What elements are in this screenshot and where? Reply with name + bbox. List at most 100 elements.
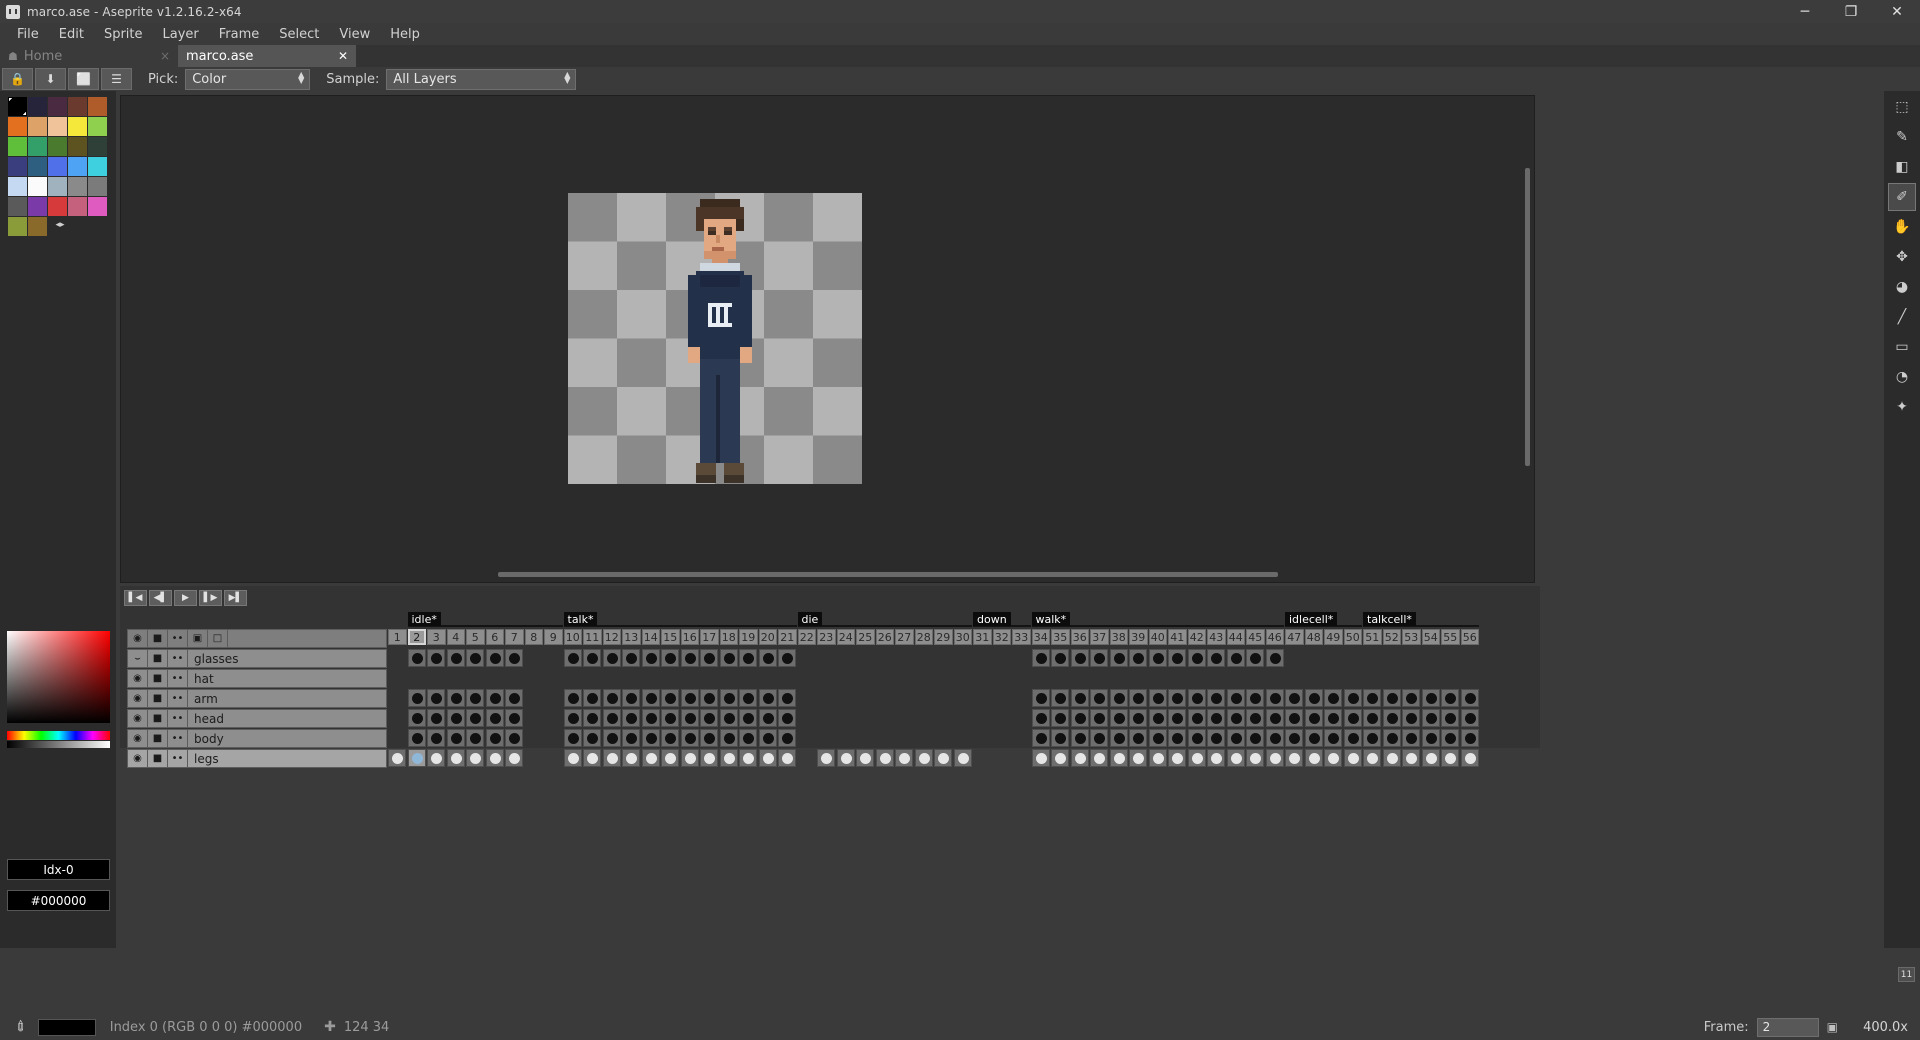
cel[interactable]	[427, 749, 445, 767]
cel[interactable]	[1188, 749, 1206, 767]
frame-number[interactable]: 18	[720, 629, 739, 645]
cel[interactable]	[739, 749, 757, 767]
cel[interactable]	[564, 649, 582, 667]
palette-swatch[interactable]	[48, 137, 67, 156]
palette-swatch[interactable]	[8, 97, 27, 116]
cel[interactable]	[1461, 709, 1479, 727]
cel[interactable]	[778, 689, 796, 707]
cel[interactable]	[1363, 729, 1381, 747]
frame-number[interactable]: 50	[1344, 629, 1363, 645]
cel[interactable]	[583, 689, 601, 707]
frame-number[interactable]: 55	[1441, 629, 1460, 645]
palette-swatch[interactable]	[88, 177, 107, 196]
cel[interactable]	[720, 749, 738, 767]
onion-skin-icon[interactable]: ▣	[1827, 1020, 1838, 1034]
cel[interactable]	[622, 709, 640, 727]
cel[interactable]	[778, 649, 796, 667]
palette-swatch[interactable]	[88, 197, 107, 216]
tab-home[interactable]: ☗ Home ×	[0, 45, 178, 67]
frame-number[interactable]: 47	[1285, 629, 1304, 645]
zoom-level[interactable]: 400.0x	[1846, 1020, 1908, 1035]
cel[interactable]	[486, 729, 504, 747]
go-next-frame-button[interactable]: ▌▶	[199, 590, 222, 606]
frame-tag[interactable]: idlecell*	[1285, 612, 1337, 626]
cel[interactable]	[1090, 709, 1108, 727]
rectangle-icon[interactable]: ▭	[1888, 333, 1916, 361]
frame-number[interactable]: 41	[1168, 629, 1187, 645]
cel[interactable]	[466, 729, 484, 747]
frame-number[interactable]: 51	[1363, 629, 1382, 645]
frame-number[interactable]: 49	[1324, 629, 1343, 645]
eye-icon[interactable]: ◉	[128, 690, 148, 707]
frame-number[interactable]: 1	[388, 629, 407, 645]
frame-number[interactable]: 26	[876, 629, 895, 645]
cel[interactable]	[1032, 649, 1050, 667]
frame-number[interactable]: 38	[1110, 629, 1129, 645]
cel[interactable]	[1207, 709, 1225, 727]
cel[interactable]	[1051, 689, 1069, 707]
cel[interactable]	[1149, 709, 1167, 727]
cel[interactable]	[1071, 689, 1089, 707]
cel[interactable]	[408, 749, 426, 767]
cel[interactable]	[408, 689, 426, 707]
cel[interactable]	[1051, 729, 1069, 747]
frame-number[interactable]: 46	[1266, 629, 1285, 645]
frame-number[interactable]: 39	[1129, 629, 1148, 645]
cel[interactable]	[1266, 689, 1284, 707]
cel[interactable]	[505, 709, 523, 727]
frame-number[interactable]: 37	[1090, 629, 1109, 645]
spray-icon[interactable]: ✦	[1888, 393, 1916, 421]
menu-layer[interactable]: Layer	[153, 25, 209, 44]
cel[interactable]	[1344, 749, 1362, 767]
cel[interactable]	[700, 649, 718, 667]
frame-number[interactable]: 33	[1012, 629, 1031, 645]
cel[interactable]	[1246, 689, 1264, 707]
cel[interactable]	[1363, 689, 1381, 707]
arrow-down-icon[interactable]: ⬇	[35, 68, 66, 90]
frame-tag[interactable]: talkcell*	[1363, 612, 1416, 626]
frame-number[interactable]: 27	[895, 629, 914, 645]
cel[interactable]	[1032, 709, 1050, 727]
cel[interactable]	[1441, 709, 1459, 727]
cel[interactable]	[427, 649, 445, 667]
cel[interactable]	[642, 649, 660, 667]
cel[interactable]	[759, 709, 777, 727]
cel[interactable]	[1402, 729, 1420, 747]
cel[interactable]	[1344, 729, 1362, 747]
eye-icon[interactable]: ◉	[128, 710, 148, 727]
palette-swatch[interactable]	[88, 97, 107, 116]
cel[interactable]	[1032, 729, 1050, 747]
cel[interactable]	[564, 689, 582, 707]
palette-swatch[interactable]	[68, 157, 87, 176]
color-palette[interactable]: ◂▸	[8, 97, 109, 237]
frame-number[interactable]: 14	[642, 629, 661, 645]
continuous-icon[interactable]: ••	[168, 630, 188, 647]
cel[interactable]	[1285, 709, 1303, 727]
cel[interactable]	[739, 729, 757, 747]
paint-bucket-icon[interactable]: ◕	[1888, 273, 1916, 301]
palette-index-field[interactable]: Idx-0	[7, 859, 110, 880]
frame-number[interactable]: 20	[759, 629, 778, 645]
cel[interactable]	[1246, 709, 1264, 727]
cel[interactable]	[1383, 709, 1401, 727]
cel[interactable]	[876, 749, 894, 767]
frame-number[interactable]: 35	[1051, 629, 1070, 645]
palette-swatch[interactable]	[28, 217, 47, 236]
marco-character-sprite[interactable]	[568, 193, 862, 484]
cel[interactable]	[505, 649, 523, 667]
continuous-icon[interactable]: ••	[168, 730, 188, 747]
cel[interactable]	[1168, 689, 1186, 707]
eye-icon[interactable]: ⌣	[128, 650, 148, 667]
frame-number[interactable]: 6	[486, 629, 505, 645]
minimize-button[interactable]: ─	[1782, 0, 1828, 23]
cel[interactable]	[1461, 689, 1479, 707]
palette-swatch[interactable]	[68, 117, 87, 136]
palette-swatch[interactable]	[28, 117, 47, 136]
frame-number[interactable]: 34	[1032, 629, 1051, 645]
cel[interactable]	[1363, 709, 1381, 727]
frame-number[interactable]: 12	[603, 629, 622, 645]
cel[interactable]	[1090, 649, 1108, 667]
cel[interactable]	[1227, 749, 1245, 767]
cel[interactable]	[564, 729, 582, 747]
lock-icon[interactable]: ■	[148, 630, 168, 647]
